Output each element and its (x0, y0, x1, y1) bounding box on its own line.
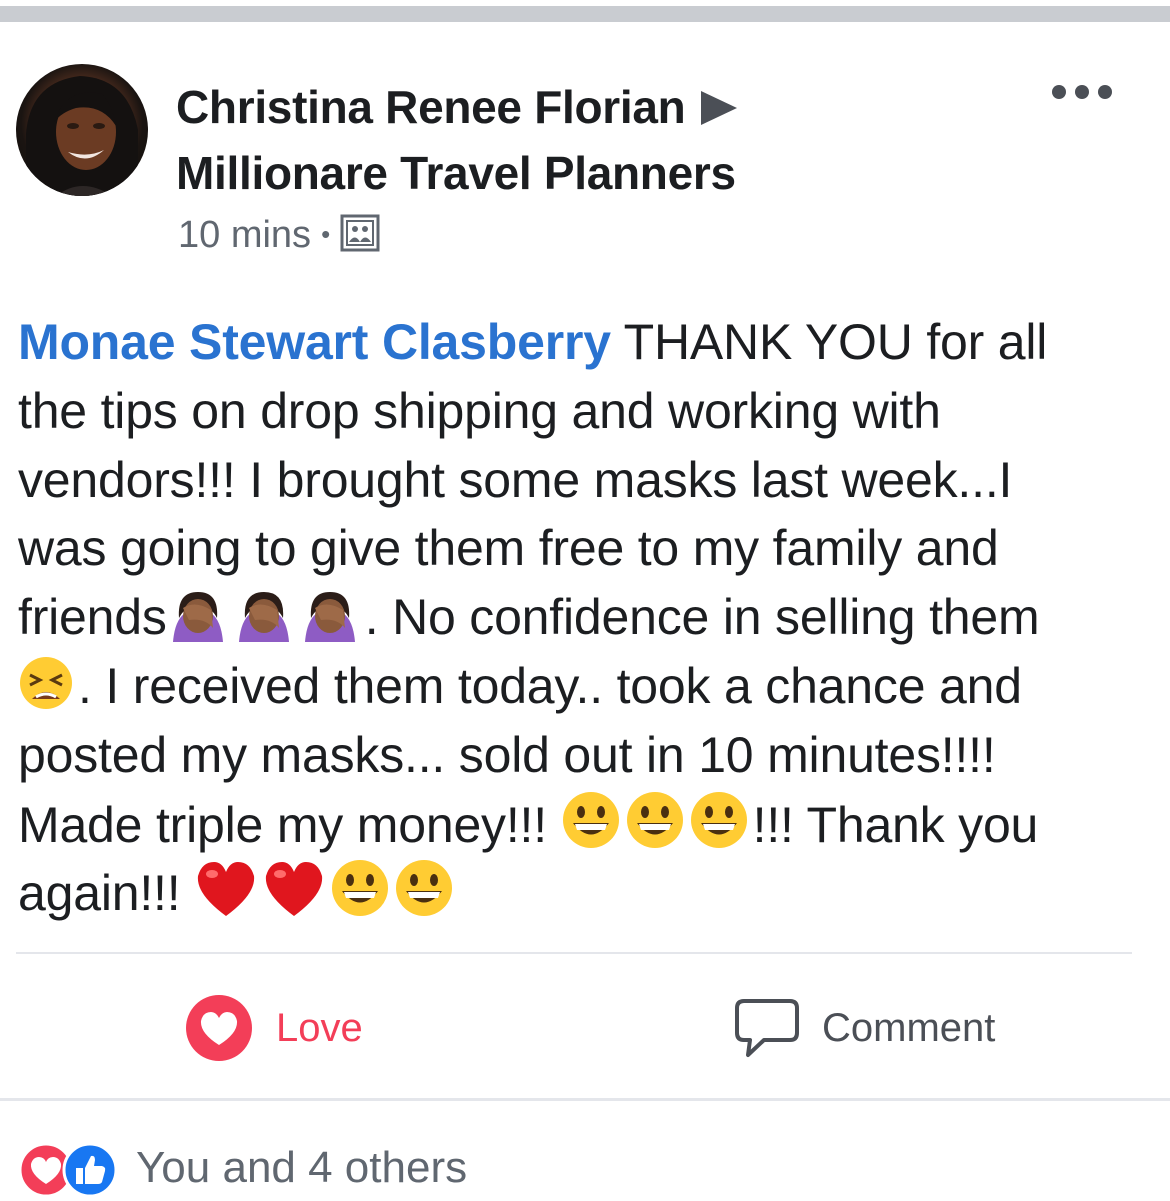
post-timestamp[interactable]: 10 mins (178, 214, 311, 256)
comment-label: Comment (822, 1005, 996, 1050)
more-dot (1052, 85, 1066, 99)
post-meta: 10 mins • (178, 212, 380, 256)
reactions-divider (0, 1098, 1170, 1101)
love-reaction-icon (186, 995, 252, 1061)
grinning-face-emoji (626, 791, 683, 848)
avatar-photo (26, 76, 138, 196)
group-audience-icon (340, 214, 380, 252)
post-text-line: posted my masks... sold out in 10 minute… (18, 726, 996, 783)
red-heart-emoji (197, 862, 255, 917)
red-heart-emoji (265, 862, 323, 917)
tired-face-emoji (20, 656, 72, 709)
post-body: Monae Stewart Clasberry THANK YOU for al… (18, 308, 1148, 927)
like-reaction-icon (62, 1142, 118, 1198)
woman-facepalming-emoji (304, 592, 355, 643)
shared-to-arrow-icon (701, 90, 738, 125)
reactions-summary-text: You and 4 others (136, 1143, 468, 1192)
group-name[interactable]: Millionare Travel Planners (176, 140, 737, 206)
feed-post: Christina Renee Florian Millionare Trave… (0, 22, 1170, 1201)
post-text-line: the tips on drop shipping and working wi… (18, 382, 941, 439)
comment-icon (735, 999, 799, 1057)
mentioned-user[interactable]: Monae Stewart Clasberry (18, 314, 611, 370)
meta-separator: • (321, 219, 331, 249)
post-text-line: . I received them today.. took a chance … (78, 657, 1022, 714)
post-text-line: again!!! (18, 865, 195, 922)
post-header-title: Christina Renee Florian Millionare Trave… (176, 74, 738, 206)
author-name[interactable]: Christina Renee Florian (176, 81, 686, 133)
woman-facepalming-emoji (172, 592, 223, 643)
love-button[interactable]: Love (184, 990, 363, 1066)
post-text-line: Made triple my money!!! (18, 796, 561, 853)
feed-separator (0, 6, 1170, 22)
comment-button[interactable]: Comment (734, 990, 995, 1066)
grinning-face-emoji (396, 860, 453, 917)
top-strip (0, 0, 1170, 22)
post-text-line: !!! Thank you (752, 796, 1039, 853)
post-text-line: . No confidence in selling them (364, 589, 1040, 646)
love-label: Love (276, 1005, 363, 1050)
post-divider (16, 952, 1132, 954)
more-dot (1075, 85, 1089, 99)
more-dot (1098, 85, 1112, 99)
woman-facepalming-emoji (238, 592, 289, 643)
more-options-icon[interactable] (1052, 80, 1112, 104)
grinning-face-emoji (690, 791, 747, 848)
author-avatar[interactable] (16, 64, 148, 196)
grinning-face-emoji (332, 860, 389, 917)
reaction-icons (18, 1138, 128, 1198)
post-text-line: vendors!!! I brought some masks last wee… (18, 451, 1013, 508)
grinning-face-emoji (562, 791, 619, 848)
post-text-line: friends (18, 589, 167, 646)
reactions-summary[interactable]: You and 4 others (18, 1136, 467, 1200)
post-text-line: was going to give them free to my family… (18, 520, 999, 577)
post-text-line: THANK YOU for all (610, 314, 1048, 370)
